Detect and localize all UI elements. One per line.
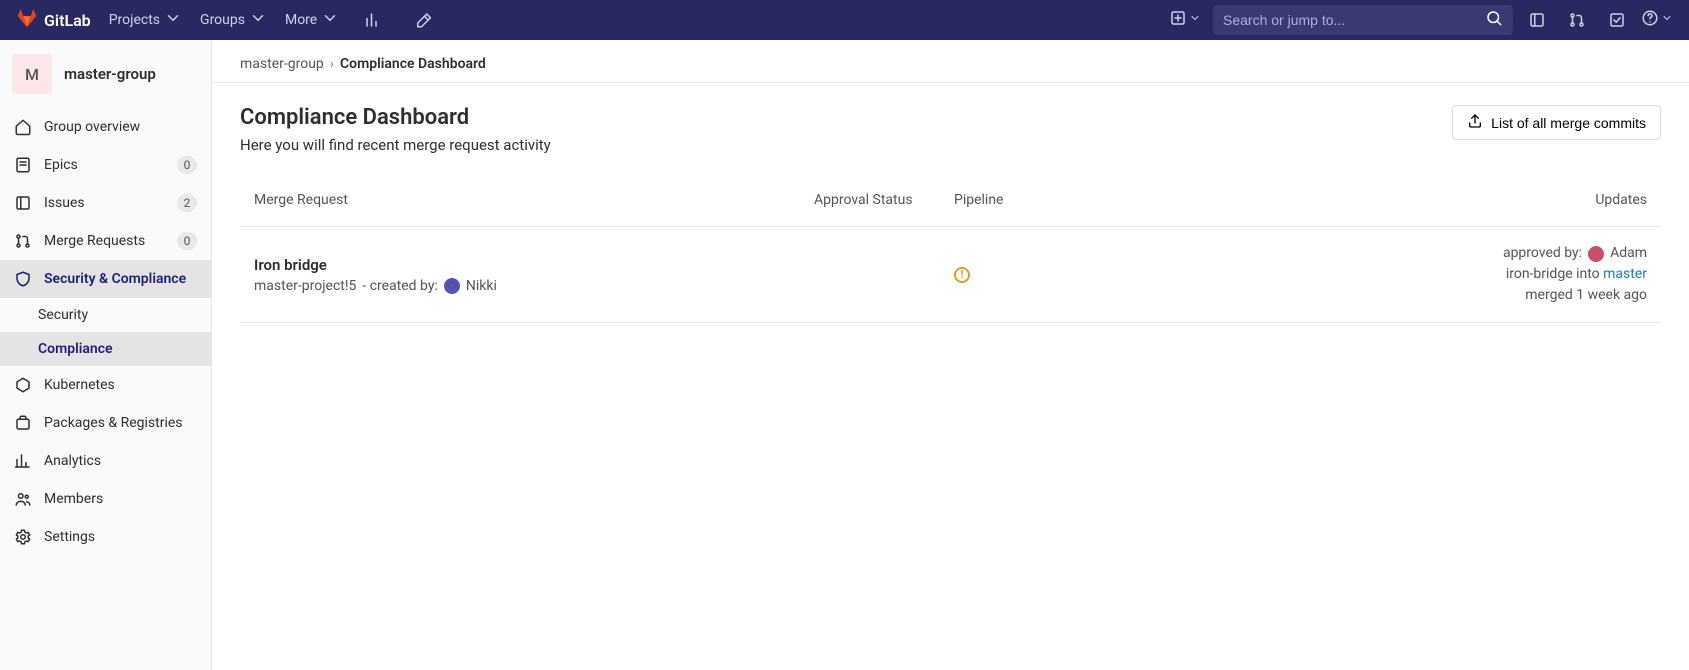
count-badge: 2 bbox=[177, 194, 197, 212]
breadcrumb-current: Compliance Dashboard bbox=[340, 56, 486, 72]
header-updates: Updates bbox=[1595, 192, 1647, 208]
group-avatar: M bbox=[12, 54, 52, 94]
sidebar: M master-group Group overview Epics 0 Is… bbox=[0, 40, 212, 670]
nav-activity-icon[interactable] bbox=[357, 4, 389, 36]
gear-icon bbox=[14, 528, 32, 546]
nav-help-dropdown[interactable] bbox=[1641, 9, 1673, 31]
group-name: master-group bbox=[64, 65, 156, 83]
breadcrumb-root[interactable]: master-group bbox=[240, 56, 324, 72]
merge-request-icon bbox=[14, 232, 32, 250]
issue-icon bbox=[14, 194, 32, 212]
upload-icon bbox=[1467, 113, 1483, 132]
header-pipeline: Pipeline bbox=[954, 192, 1074, 208]
compliance-table: Merge Request Approval Status Pipeline U… bbox=[212, 162, 1689, 323]
breadcrumb: master-group › Compliance Dashboard bbox=[212, 40, 1689, 83]
nav-groups[interactable]: Groups bbox=[200, 9, 267, 31]
users-icon bbox=[14, 490, 32, 508]
help-icon bbox=[1641, 9, 1659, 31]
mr-title[interactable]: Iron bridge bbox=[254, 256, 814, 274]
nav-admin-icon[interactable] bbox=[407, 4, 439, 36]
approver-name[interactable]: Adam bbox=[1610, 243, 1647, 264]
nav-merge-request-icon[interactable] bbox=[1561, 4, 1593, 36]
header-merge-request: Merge Request bbox=[254, 192, 814, 208]
sidebar-item-members[interactable]: Members bbox=[0, 480, 211, 518]
header-approval: Approval Status bbox=[814, 192, 954, 208]
main-content: master-group › Compliance Dashboard Comp… bbox=[212, 40, 1689, 670]
group-header[interactable]: M master-group bbox=[0, 40, 211, 108]
shield-icon bbox=[14, 270, 32, 288]
package-icon bbox=[14, 414, 32, 432]
nav-issue-icon[interactable] bbox=[1521, 4, 1553, 36]
search-icon bbox=[1485, 9, 1503, 31]
home-icon bbox=[14, 118, 32, 136]
nav-todo-icon[interactable] bbox=[1601, 4, 1633, 36]
tanuki-icon bbox=[16, 7, 38, 33]
table-header: Merge Request Approval Status Pipeline U… bbox=[240, 174, 1661, 227]
global-search[interactable] bbox=[1213, 5, 1513, 35]
merge-branch-info: iron-bridge into master bbox=[1503, 264, 1647, 285]
chevron-down-icon bbox=[164, 9, 182, 31]
chevron-down-icon bbox=[321, 9, 339, 31]
sidebar-item-packages[interactable]: Packages & Registries bbox=[0, 404, 211, 442]
sidebar-item-settings[interactable]: Settings bbox=[0, 518, 211, 556]
chevron-down-icon bbox=[249, 9, 267, 31]
sidebar-item-epics[interactable]: Epics 0 bbox=[0, 146, 211, 184]
chevron-right-icon: › bbox=[330, 56, 334, 72]
page-description: Here you will find recent merge request … bbox=[240, 136, 551, 154]
kubernetes-icon bbox=[14, 376, 32, 394]
mr-meta: master-project!5 - created by: Nikki bbox=[254, 278, 814, 294]
sidebar-item-overview[interactable]: Group overview bbox=[0, 108, 211, 146]
avatar bbox=[444, 278, 460, 294]
brand-text: GitLab bbox=[44, 11, 91, 30]
sidebar-item-analytics[interactable]: Analytics bbox=[0, 442, 211, 480]
search-input[interactable] bbox=[1223, 12, 1485, 28]
sidebar-sub-security[interactable]: Security bbox=[0, 298, 211, 332]
chart-icon bbox=[14, 452, 32, 470]
chevron-down-icon bbox=[1661, 12, 1673, 28]
table-row[interactable]: Iron bridge master-project!5 - created b… bbox=[240, 227, 1661, 323]
sidebar-sub-compliance[interactable]: Compliance bbox=[0, 332, 211, 366]
nav-more[interactable]: More bbox=[285, 9, 339, 31]
sidebar-item-issues[interactable]: Issues 2 bbox=[0, 184, 211, 222]
avatar bbox=[1588, 246, 1604, 262]
epic-icon bbox=[14, 156, 32, 174]
page-title: Compliance Dashboard bbox=[240, 105, 551, 130]
sidebar-item-security[interactable]: Security & Compliance bbox=[0, 260, 211, 298]
top-navbar: GitLab Projects Groups More bbox=[0, 0, 1689, 40]
nav-projects[interactable]: Projects bbox=[109, 9, 182, 31]
chevron-down-icon bbox=[1189, 12, 1201, 28]
pipeline-warning-icon[interactable]: ! bbox=[954, 267, 970, 283]
creator-name[interactable]: Nikki bbox=[466, 278, 497, 294]
gitlab-logo[interactable]: GitLab bbox=[16, 7, 91, 33]
nav-new-dropdown[interactable] bbox=[1165, 9, 1205, 31]
sidebar-item-merge-requests[interactable]: Merge Requests 0 bbox=[0, 222, 211, 260]
export-commits-button[interactable]: List of all merge commits bbox=[1452, 105, 1661, 140]
merged-time: merged 1 week ago bbox=[1503, 285, 1647, 306]
plus-icon bbox=[1169, 9, 1187, 31]
target-branch-link[interactable]: master bbox=[1603, 266, 1647, 282]
sidebar-item-kubernetes[interactable]: Kubernetes bbox=[0, 366, 211, 404]
approved-by: approved by: Adam bbox=[1503, 243, 1647, 264]
count-badge: 0 bbox=[177, 232, 197, 250]
count-badge: 0 bbox=[177, 156, 197, 174]
